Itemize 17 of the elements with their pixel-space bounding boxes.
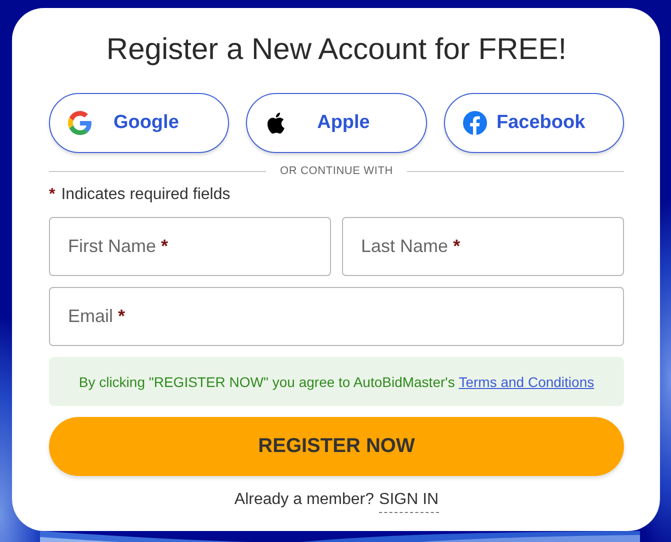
facebook-icon [462, 111, 487, 135]
input-field[interactable]: Email * [49, 287, 624, 346]
facebook-signin-button[interactable]: Facebook [444, 93, 624, 153]
divider-text: OR CONTINUE WITH [280, 165, 393, 177]
input-field[interactable]: Last Name * [342, 217, 624, 276]
input-field[interactable]: First Name * [49, 217, 331, 276]
form-title: Register a New Account for FREE! [105, 32, 568, 68]
required-mark: * [49, 186, 56, 204]
member-prompt: Already a member? [234, 491, 374, 510]
apple-signin-button[interactable]: Apple [246, 93, 427, 153]
terms-link[interactable]: Terms and Conditions [458, 374, 594, 390]
google-icon [68, 111, 92, 135]
google-signin-button[interactable]: Google [49, 93, 230, 153]
register-button[interactable]: REGISTER NOW [49, 417, 624, 476]
required-note: Indicates required fields [61, 186, 230, 204]
sign-in-link[interactable]: SIGN IN [379, 491, 439, 513]
terms-notice: By clicking "REGISTER NOW" you agree to AutoBidMaster's Terms and Conditions [49, 357, 624, 406]
